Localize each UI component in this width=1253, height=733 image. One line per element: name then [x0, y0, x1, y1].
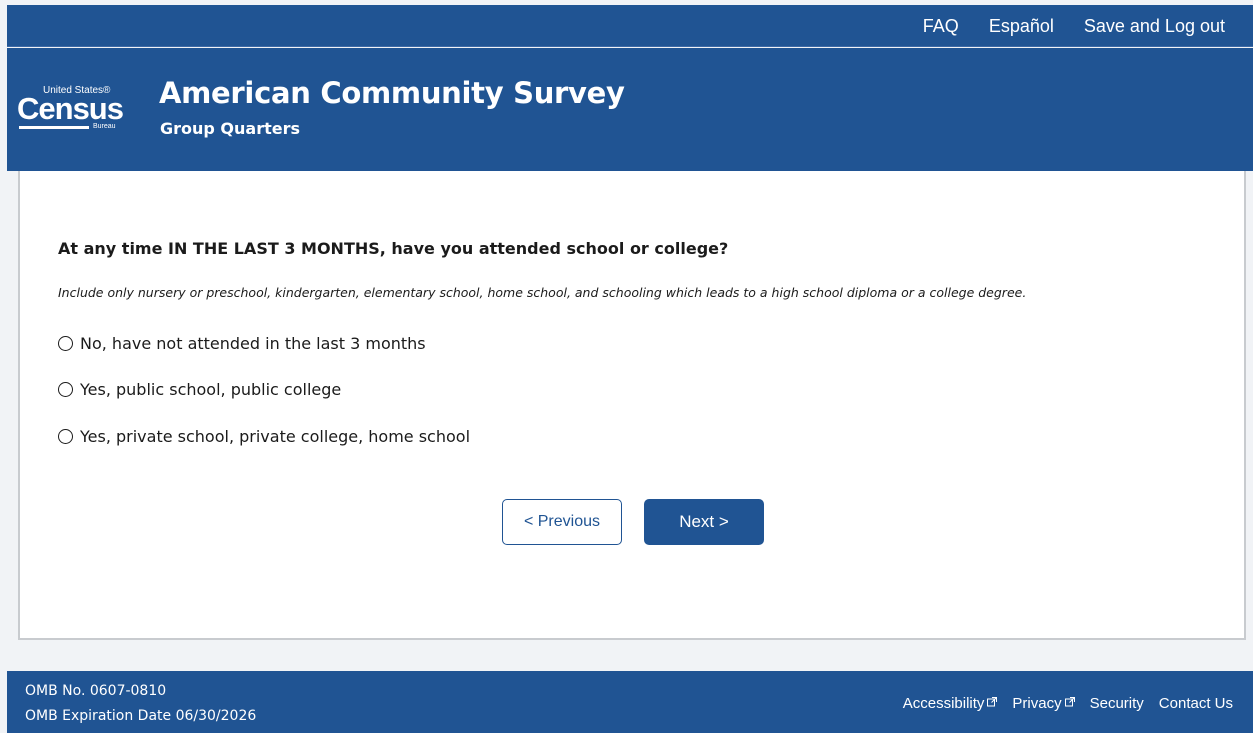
option-not-attended[interactable]: No, have not attended in the last 3 mont… — [58, 334, 426, 353]
top-nav: FAQ Español Save and Log out — [923, 5, 1253, 47]
footer-links: Accessibility Privacy Security Contact U… — [888, 695, 1233, 712]
next-button[interactable]: Next > — [644, 499, 764, 545]
previous-button[interactable]: < Previous — [502, 499, 622, 545]
security-link[interactable]: Security — [1090, 695, 1144, 712]
option-label: No, have not attended in the last 3 mont… — [80, 334, 426, 353]
census-logo: United States® Census Bureau — [17, 85, 129, 131]
option-label: Yes, private school, private college, ho… — [80, 427, 471, 446]
omb-number: OMB No. 0607-0810 — [25, 683, 167, 699]
espanol-link[interactable]: Español — [989, 16, 1054, 37]
privacy-link[interactable]: Privacy — [1012, 695, 1075, 712]
site-footer: OMB No. 0607-0810 OMB Expiration Date 06… — [7, 671, 1253, 733]
contact-us-link[interactable]: Contact Us — [1159, 695, 1233, 712]
faq-link[interactable]: FAQ — [923, 16, 959, 37]
site-header: United States® Census Bureau American Co… — [7, 48, 1253, 171]
question-text: At any time IN THE LAST 3 MONTHS, have y… — [58, 239, 729, 258]
option-label: Yes, public school, public college — [80, 380, 342, 399]
question-panel: At any time IN THE LAST 3 MONTHS, have y… — [18, 171, 1246, 640]
save-and-logout-link[interactable]: Save and Log out — [1084, 16, 1225, 37]
accessibility-label: Accessibility — [902, 695, 985, 712]
privacy-label: Privacy — [1012, 695, 1062, 712]
radio-unchecked-icon[interactable] — [58, 429, 73, 444]
page-title: American Community Survey — [159, 76, 625, 110]
logo-census: Census — [17, 91, 124, 126]
option-private-school[interactable]: Yes, private school, private college, ho… — [58, 427, 470, 446]
accessibility-link[interactable]: Accessibility — [903, 695, 998, 712]
question-instruction: Include only nursery or preschool, kinde… — [58, 285, 1027, 300]
option-public-school[interactable]: Yes, public school, public college — [58, 380, 341, 399]
logo-bureau: Bureau — [93, 123, 116, 130]
page-subtitle: Group Quarters — [160, 119, 301, 138]
omb-expiration: OMB Expiration Date 06/30/2026 — [25, 708, 257, 724]
radio-unchecked-icon[interactable] — [58, 336, 73, 351]
radio-unchecked-icon[interactable] — [58, 382, 73, 397]
logo-underline — [19, 126, 89, 129]
external-link-icon — [1064, 697, 1075, 710]
top-utility-bar: FAQ Español Save and Log out — [7, 5, 1253, 47]
external-link-icon — [987, 697, 998, 710]
